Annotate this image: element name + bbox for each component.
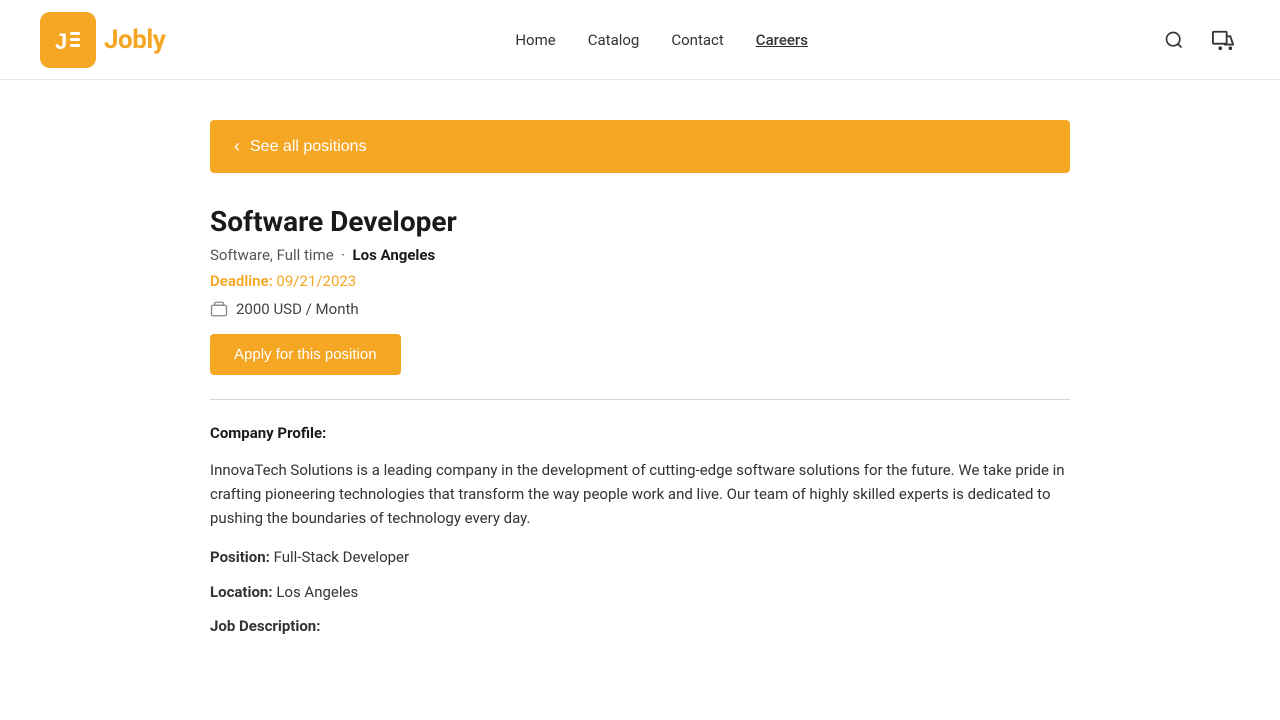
search-button[interactable] xyxy=(1158,24,1190,56)
logo-icon: J xyxy=(40,12,96,68)
company-profile-label: Company Profile: xyxy=(210,424,1070,442)
back-button-label: See all positions xyxy=(250,138,367,156)
nav-catalog[interactable]: Catalog xyxy=(588,31,640,49)
job-category: Software xyxy=(210,246,270,264)
salary-row: 2000 USD / Month xyxy=(210,300,1070,318)
location-label: Location: xyxy=(210,583,273,601)
search-icon xyxy=(1164,30,1184,50)
location-value: Los Angeles xyxy=(276,583,358,601)
nav-home[interactable]: Home xyxy=(515,31,555,49)
apply-button[interactable]: Apply for this position xyxy=(210,334,401,375)
job-desc-label: Job Description: xyxy=(210,617,320,635)
salary-value: 2000 USD / Month xyxy=(236,300,359,318)
logo-text: Jobly xyxy=(104,25,165,55)
header-actions xyxy=(1158,23,1240,57)
svg-text:J: J xyxy=(55,29,67,54)
cart-icon xyxy=(1212,29,1234,51)
logo[interactable]: J Jobly xyxy=(40,12,165,68)
nav-careers[interactable]: Careers xyxy=(756,31,808,49)
job-title: Software Developer xyxy=(210,205,1070,238)
nav-contact[interactable]: Contact xyxy=(671,31,723,49)
deadline-label: Deadline: xyxy=(210,272,273,290)
job-location: Los Angeles xyxy=(353,246,436,264)
location-line: Location: Los Angeles xyxy=(210,581,1070,604)
main-content: ‹ See all positions Software Developer S… xyxy=(190,80,1090,690)
job-meta: Software, Full time · Los Angeles xyxy=(210,246,1070,264)
position-line: Position: Full-Stack Developer xyxy=(210,546,1070,569)
deadline-date: 09/21/2023 xyxy=(276,272,356,290)
company-description: InnovaTech Solutions is a leading compan… xyxy=(210,458,1070,530)
job-type: Full time xyxy=(277,246,334,264)
main-nav: Home Catalog Contact Careers xyxy=(515,31,808,49)
chevron-left-icon: ‹ xyxy=(234,136,240,157)
back-button[interactable]: ‹ See all positions xyxy=(210,120,1070,173)
position-value: Full-Stack Developer xyxy=(274,548,409,566)
section-divider xyxy=(210,399,1070,400)
cart-button[interactable] xyxy=(1206,23,1240,57)
deadline: Deadline: 09/21/2023 xyxy=(210,272,1070,290)
position-label: Position: xyxy=(210,548,270,566)
job-description-label: Job Description: xyxy=(210,615,1070,638)
salary-icon xyxy=(210,300,228,318)
